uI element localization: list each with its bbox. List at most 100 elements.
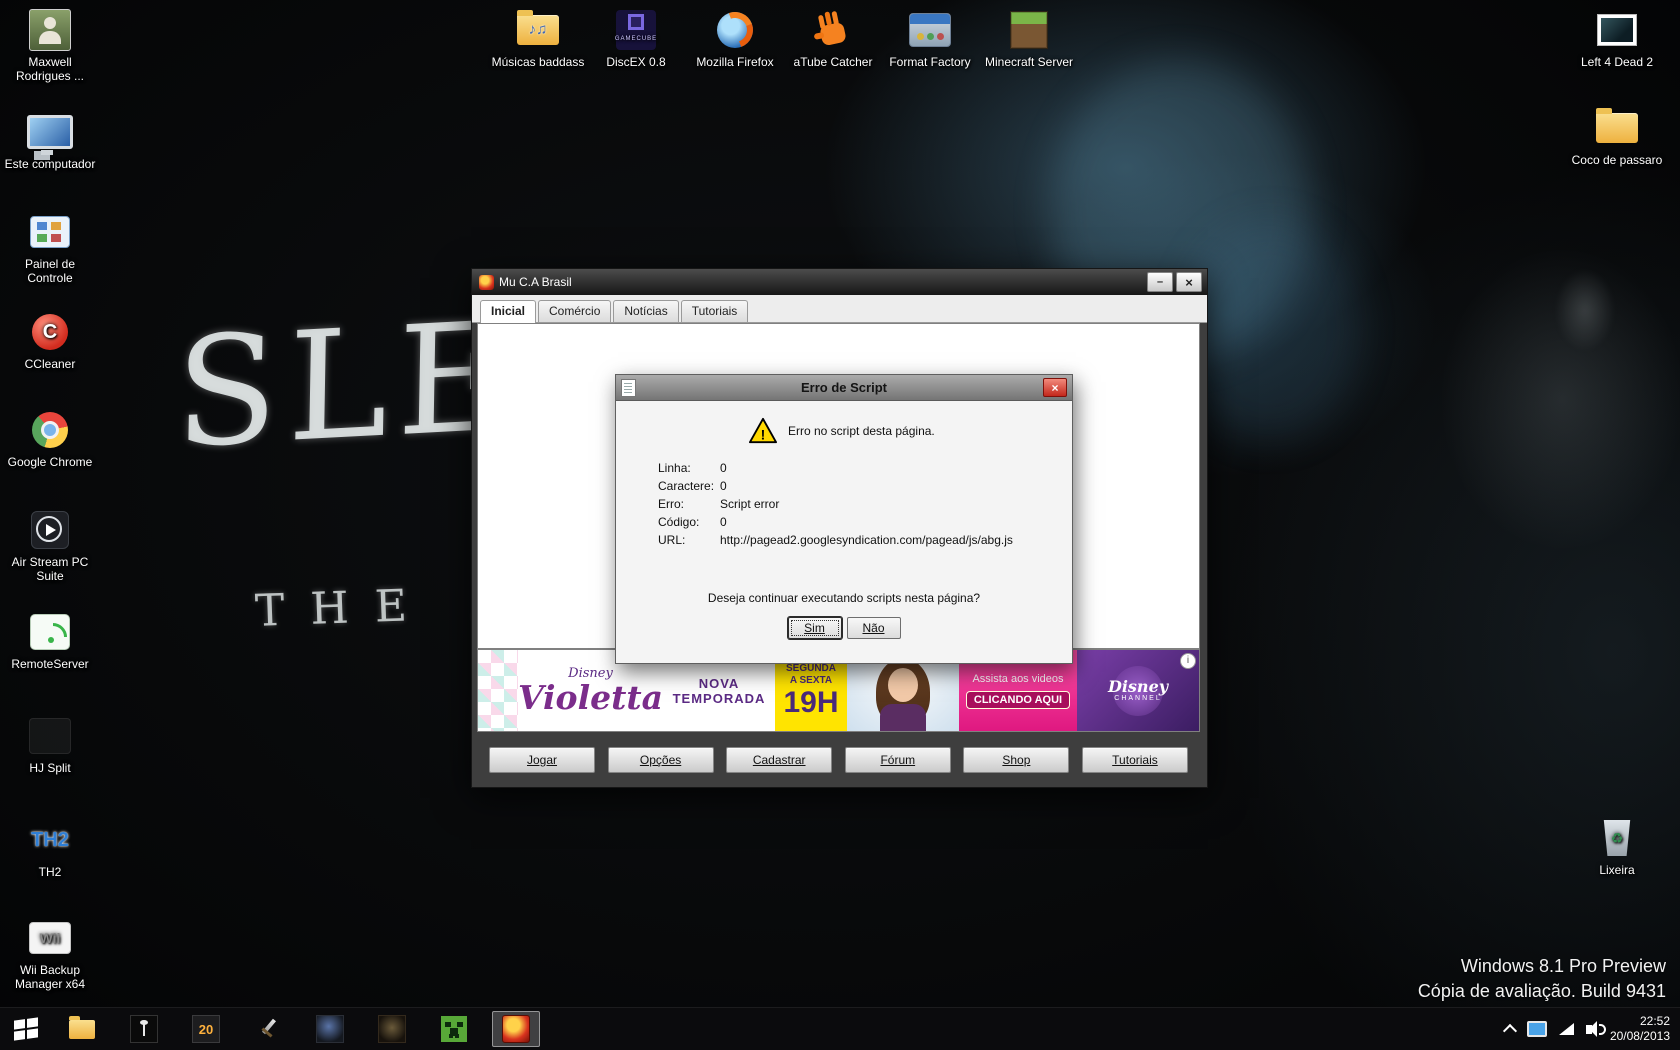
wallpaper-slender-figure (1545, 255, 1625, 365)
window-titlebar[interactable]: Mu C.A Brasil (472, 269, 1207, 295)
taskbar: 20 22:52 20/08/2013 (0, 1007, 1680, 1050)
shop-button[interactable]: Shop (963, 747, 1069, 773)
taskbar-app-game2[interactable] (368, 1011, 416, 1047)
badge-20-icon: 20 (192, 1015, 220, 1043)
picture-file-icon (1593, 8, 1641, 52)
desktop-icon-label: Mozilla Firefox (696, 55, 773, 69)
desktop-icon-label: HJ Split (29, 761, 70, 775)
desktop-icon-label: Lixeira (1599, 863, 1634, 877)
generic-file-icon (26, 714, 74, 758)
system-tray: 22:52 20/08/2013 (1505, 1008, 1680, 1050)
field-value: 0 (720, 513, 727, 531)
yes-button[interactable]: Sim (788, 617, 842, 639)
cta-button[interactable]: CLICANDO AQUI (966, 691, 1070, 709)
field-value: Script error (720, 495, 779, 513)
error-message: Erro no script desta página. (788, 424, 935, 438)
field-label: Caractere: (658, 477, 720, 495)
error-fields: Linha:0 Caractere:0 Erro:Script error Có… (658, 459, 1013, 549)
opcoes-button[interactable]: Opções (608, 747, 714, 773)
desktop-icon-atube[interactable]: aTube Catcher (785, 8, 881, 69)
sword-icon (255, 1016, 281, 1042)
desktop-icon-remoteserver[interactable]: RemoteServer (2, 610, 98, 671)
desktop-icon-label: Painel de Controle (25, 257, 75, 285)
desktop-icon-este-computador[interactable]: Este computador (2, 110, 98, 171)
banner-triangle-pattern (478, 650, 518, 731)
desktop-icon-label: aTube Catcher (794, 55, 873, 69)
desktop-icon-label: Wii Backup Manager x64 (15, 963, 85, 991)
desktop-icon-lixeira[interactable]: Lixeira (1569, 816, 1665, 877)
start-button[interactable] (0, 1008, 52, 1050)
desktop-icon-wii-backup[interactable]: Wii Wii Backup Manager x64 (2, 916, 98, 991)
clock-date: 20/08/2013 (1610, 1029, 1670, 1044)
taskbar-app-creeper[interactable] (430, 1011, 478, 1047)
minimize-button[interactable] (1147, 272, 1173, 292)
taskbar-app-sword[interactable] (244, 1011, 292, 1047)
forum-button[interactable]: Fórum (845, 747, 951, 773)
tab-comercio[interactable]: Comércio (538, 300, 611, 322)
taskbar-apps: 20 (52, 1008, 540, 1050)
desktop-icon-left4dead2[interactable]: Left 4 Dead 2 (1569, 8, 1665, 69)
music-notes-icon (517, 15, 559, 45)
field-value-url: http://pagead2.googlesyndication.com/pag… (720, 531, 1013, 549)
factory-icon (906, 8, 954, 52)
desktop-icon-hj-split[interactable]: HJ Split (2, 714, 98, 775)
desktop-icon-label: Maxwell Rodrigues ... (16, 55, 84, 83)
desktop-icon-th2[interactable]: TH2 TH2 (2, 818, 98, 879)
tab-strip: Inicial Comércio Notícias Tutoriais (472, 295, 1207, 323)
tab-noticias[interactable]: Notícias (613, 300, 678, 322)
field-label: URL: (658, 531, 720, 549)
svg-text:!: ! (761, 426, 766, 442)
field-label: Código: (658, 513, 720, 531)
game-icon (316, 1015, 344, 1043)
desktop-icon-maxwell[interactable]: Maxwell Rodrigues ... (2, 8, 98, 83)
jogar-button[interactable]: Jogar (489, 747, 595, 773)
dialog-title: Erro de Script (616, 380, 1072, 395)
desktop-icon-painel-de-controle[interactable]: Painel de Controle (2, 210, 98, 285)
desktop-icon-air-stream[interactable]: Air Stream PC Suite (2, 508, 98, 583)
close-button[interactable] (1176, 272, 1202, 292)
desktop-icon-firefox[interactable]: Mozilla Firefox (687, 8, 783, 69)
dialog-close-button[interactable] (1043, 378, 1067, 397)
volume-icon[interactable] (1586, 1025, 1592, 1034)
hand-icon (809, 8, 857, 52)
tray-monitor-icon[interactable] (1527, 1021, 1547, 1037)
desktop-icon-label: Format Factory (889, 55, 970, 69)
desktop-icon-format-factory[interactable]: Format Factory (882, 8, 978, 69)
taskbar-app-slender[interactable] (120, 1011, 168, 1047)
taskbar-app-game1[interactable] (306, 1011, 354, 1047)
desktop-icon-coco-de-passaro[interactable]: Coco de passaro (1569, 106, 1665, 167)
desktop-icon-ccleaner[interactable]: CCleaner (2, 310, 98, 371)
taskbar-clock[interactable]: 22:52 20/08/2013 (1610, 1014, 1670, 1044)
slender-icon (130, 1015, 158, 1043)
field-label: Erro: (658, 495, 720, 513)
desktop-icon-minecraft-server[interactable]: Minecraft Server (981, 8, 1077, 69)
taskbar-app-mu-active[interactable] (492, 1011, 540, 1047)
music-folder-icon (514, 8, 562, 52)
taskbar-app-20[interactable]: 20 (182, 1011, 230, 1047)
dialog-titlebar[interactable]: Erro de Script (616, 375, 1072, 401)
tab-inicial[interactable]: Inicial (480, 300, 536, 323)
violetta-wordmark: Violetta (518, 681, 663, 715)
play-icon (26, 508, 74, 552)
network-icon[interactable] (1559, 1023, 1574, 1035)
creeper-icon (441, 1016, 467, 1042)
no-button[interactable]: Não (847, 617, 901, 639)
channel-circle: Disney CHANNEL (1113, 666, 1163, 716)
tray-expand-chevron-icon[interactable] (1503, 1024, 1517, 1038)
tutoriais-button[interactable]: Tutoriais (1082, 747, 1188, 773)
desktop-icon-discex[interactable]: GAMECUBE DiscEX 0.8 (588, 8, 684, 69)
field-label: Linha: (658, 459, 720, 477)
taskbar-app-explorer[interactable] (58, 1011, 106, 1047)
gamecube-icon: GAMECUBE (612, 8, 660, 52)
recycle-bin-icon (1593, 816, 1641, 860)
tab-tutoriais[interactable]: Tutoriais (681, 300, 749, 322)
cadastrar-button[interactable]: Cadastrar (726, 747, 832, 773)
computer-icon (26, 110, 74, 154)
wifi-signal-icon (26, 610, 74, 654)
schedule-time: 19H (783, 687, 838, 719)
desktop-icon-google-chrome[interactable]: Google Chrome (2, 408, 98, 469)
launcher-button-bar: Jogar Opções Cadastrar Fórum Shop Tutori… (477, 732, 1200, 787)
folder-icon (69, 1020, 95, 1039)
desktop-icon-musicas[interactable]: Músicas baddass (490, 8, 586, 69)
ad-info-icon[interactable]: i (1180, 653, 1196, 669)
